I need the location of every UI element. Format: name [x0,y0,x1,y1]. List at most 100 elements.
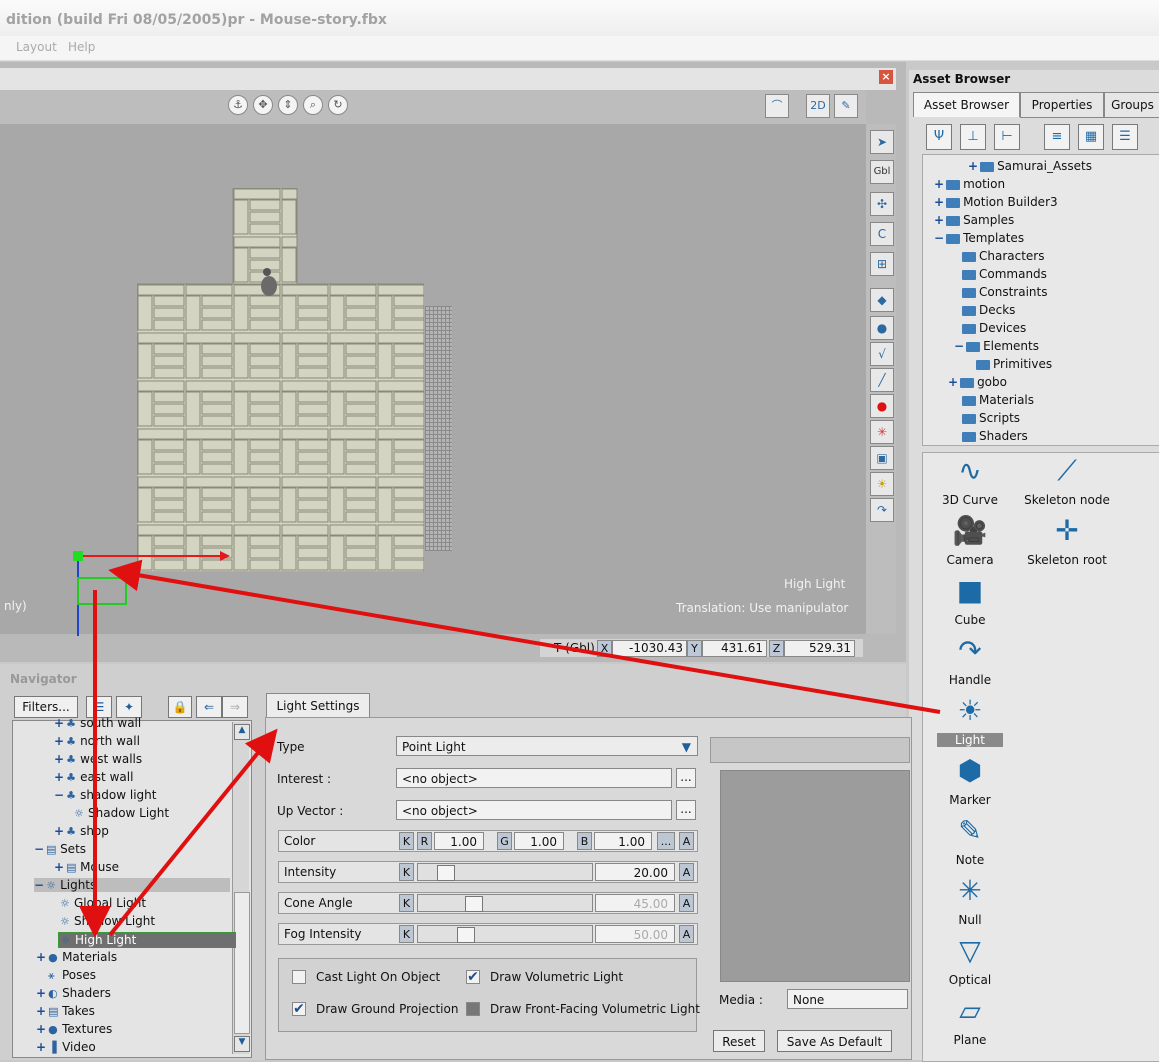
scroll-down-icon[interactable]: ▼ [234,1036,250,1052]
cone-key-button[interactable]: K [399,894,414,912]
color-g-field[interactable]: 1.00 [514,832,564,850]
back-arrow-icon[interactable]: ⇐ [196,696,222,718]
curve-toggle-icon[interactable]: ⌒ [765,94,789,118]
zoom-icon[interactable]: ⌕ [303,95,323,115]
icon-view-icon[interactable]: ▦ [1078,124,1104,150]
expand-toggle-icon[interactable]: − [34,878,44,892]
expand-toggle-icon[interactable]: + [36,1004,46,1018]
forward-arrow-icon[interactable]: ⇒ [222,696,248,718]
expand-toggle-icon[interactable]: + [54,770,64,784]
menu-layout[interactable]: Layout [16,40,57,54]
navigator-tree-item[interactable]: + ♣ east wall [54,770,133,784]
asset-tree-item[interactable]: + Motion Builder3 [934,195,1058,209]
asset-tree-item[interactable]: Primitives [974,357,1052,371]
color-key-button[interactable]: K [399,832,414,850]
navigator-tree-item[interactable]: ☼ Global Light [58,896,146,910]
navigator-tree-item[interactable]: ⚹ Poses [46,968,96,983]
intensity-slider[interactable] [417,863,593,881]
navigator-tree-item[interactable]: + ▐ Video [36,1040,96,1054]
draw-front-facing-checkbox[interactable] [466,1002,480,1016]
asset-tree-item[interactable]: − Templates [934,231,1024,245]
expand-toggle-icon[interactable]: + [36,1040,46,1054]
tab-light-settings[interactable]: Light Settings [266,693,370,718]
asset-tree-item[interactable]: Scripts [960,411,1020,425]
cone-angle-slider[interactable] [417,894,593,912]
navigator-tree-item[interactable]: − ▤ Sets [34,842,86,856]
navigator-scrollbar[interactable]: ▲ ▼ [232,722,250,1054]
asset-item[interactable]: ✛ Skeleton root [1022,515,1112,568]
cone-slider-thumb[interactable] [465,896,483,912]
chevron-down-icon[interactable]: ▼ [682,737,691,757]
tab-groups[interactable]: Groups [1104,92,1159,118]
asset-item[interactable]: 🎥 Camera [925,515,1015,568]
expand-toggle-icon[interactable]: + [934,177,944,191]
list-view-icon[interactable]: ≡ [1044,124,1070,150]
upvector-field[interactable]: <no object> [396,800,672,820]
orbit-icon[interactable]: ↻ [328,95,348,115]
reset-button[interactable]: Reset [713,1030,765,1052]
dolly-icon[interactable]: ⇕ [278,95,298,115]
navigator-tree-item[interactable]: − ♣ shadow light [54,788,156,802]
color-anim-button[interactable]: A [679,832,694,850]
asset-item[interactable]: ∿ 3D Curve [925,455,1015,508]
magic-wand-icon[interactable]: ✦ [116,696,142,718]
intensity-field[interactable]: 20.00 [595,863,675,881]
filters-button[interactable]: Filters... [14,696,78,718]
navigator-tree-item[interactable]: + ▤ Mouse [54,860,119,874]
expand-toggle-icon[interactable]: + [54,824,64,838]
align-bottom-icon[interactable]: ⊥ [960,124,986,150]
asset-item[interactable]: ↷ Handle [925,635,1015,688]
expand-toggle-icon[interactable]: + [36,1022,46,1036]
navigator-tree-item[interactable]: ☼ Shadow Light [72,806,169,820]
color-r-field[interactable]: 1.00 [434,832,484,850]
navigator-tree-item[interactable]: + ♣ west walls [54,752,142,766]
asset-item[interactable]: ⟋ Skeleton node [1022,455,1112,508]
scale-icon[interactable]: ⊞ [870,252,894,276]
menu-help[interactable]: Help [68,40,95,54]
expand-toggle-icon[interactable]: − [954,339,964,353]
expand-toggle-icon[interactable]: + [968,159,978,173]
asset-tree-item[interactable]: Shaders [960,429,1028,443]
media-field[interactable]: None [787,989,908,1009]
expand-toggle-icon[interactable]: + [934,213,944,227]
marker-tool-icon[interactable]: ● [870,394,894,418]
intensity-key-button[interactable]: K [399,863,414,881]
expand-toggle-icon[interactable]: − [54,788,64,802]
fog-anim-button[interactable]: A [679,925,694,943]
paint-icon[interactable]: ✎ [834,94,858,118]
handle-tool-icon[interactable]: ↷ [870,498,894,522]
asset-tree-item[interactable]: − Elements [954,339,1158,353]
navigator-tree-item[interactable]: ☼ Shadow Light [58,914,155,928]
light-tool-icon[interactable]: ☀ [870,472,894,496]
interest-field[interactable]: <no object> [396,768,672,788]
global-toggle-button[interactable]: Gbl [870,160,894,184]
y-coordinate-field[interactable]: 431.61 [702,640,767,657]
navigator-tree-item[interactable]: + ▤ Takes [36,1004,95,1018]
navigator-tree-item[interactable]: ☼ High Light [58,932,236,948]
scroll-thumb[interactable] [234,892,250,1034]
interest-picker-button[interactable]: ... [676,768,696,788]
x-coordinate-field[interactable]: -1030.43 [612,640,687,657]
manipulator-gizmo[interactable] [70,548,230,638]
asset-tree-item[interactable]: Characters [960,249,1045,263]
navigator-tree-item[interactable]: + ♣ south wall [54,716,141,730]
cone-angle-field[interactable]: 45.00 [595,894,675,912]
curve-tool-icon[interactable]: √ [870,342,894,366]
upvector-picker-button[interactable]: ... [676,800,696,820]
cube-tool-icon[interactable]: ● [870,316,894,340]
fog-slider-thumb[interactable] [457,927,475,943]
expand-toggle-icon[interactable]: + [54,734,64,748]
2d-zoom-button[interactable]: 2D [806,94,830,118]
asset-item[interactable]: ☀ Light [925,695,1015,747]
tab-asset-browser[interactable]: Asset Browser [913,92,1020,117]
camera-tool-icon[interactable]: ▣ [870,446,894,470]
navigator-tree-item[interactable]: + ◐ Shaders [36,986,111,1000]
asset-tree-item[interactable]: Decks [960,303,1015,317]
asset-tree-item[interactable]: Devices [960,321,1026,335]
color-b-field[interactable]: 1.00 [594,832,652,850]
z-coordinate-field[interactable]: 529.31 [784,640,855,657]
navigator-tree-item[interactable]: + ♣ north wall [54,734,140,748]
save-as-default-button[interactable]: Save As Default [777,1030,892,1052]
asset-tree-item[interactable]: Materials [960,393,1034,407]
bone-tool-icon[interactable]: ╱ [870,368,894,392]
